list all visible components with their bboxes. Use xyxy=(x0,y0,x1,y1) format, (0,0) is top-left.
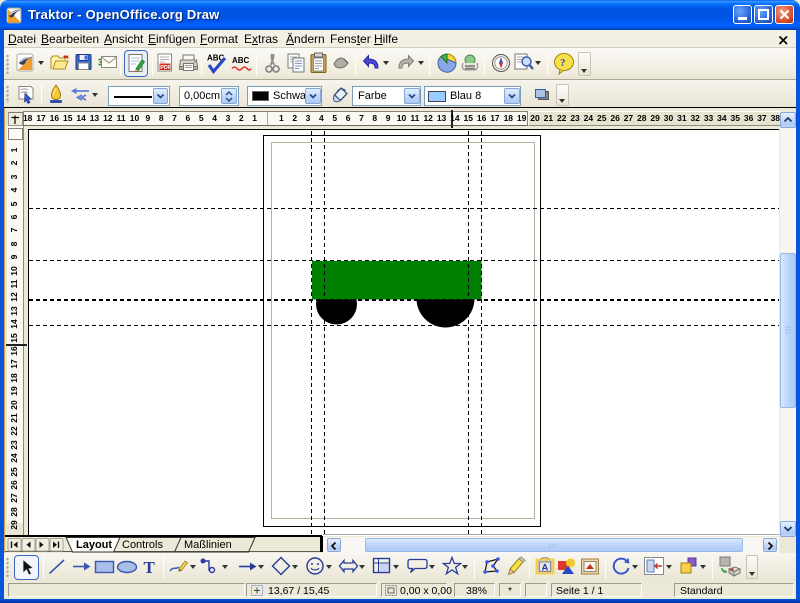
svg-text:PDF: PDF xyxy=(160,65,172,71)
svg-text:ABC: ABC xyxy=(232,56,250,65)
svg-text:T: T xyxy=(144,558,156,576)
svg-text:A: A xyxy=(542,563,549,574)
svg-text:?: ? xyxy=(560,57,566,69)
